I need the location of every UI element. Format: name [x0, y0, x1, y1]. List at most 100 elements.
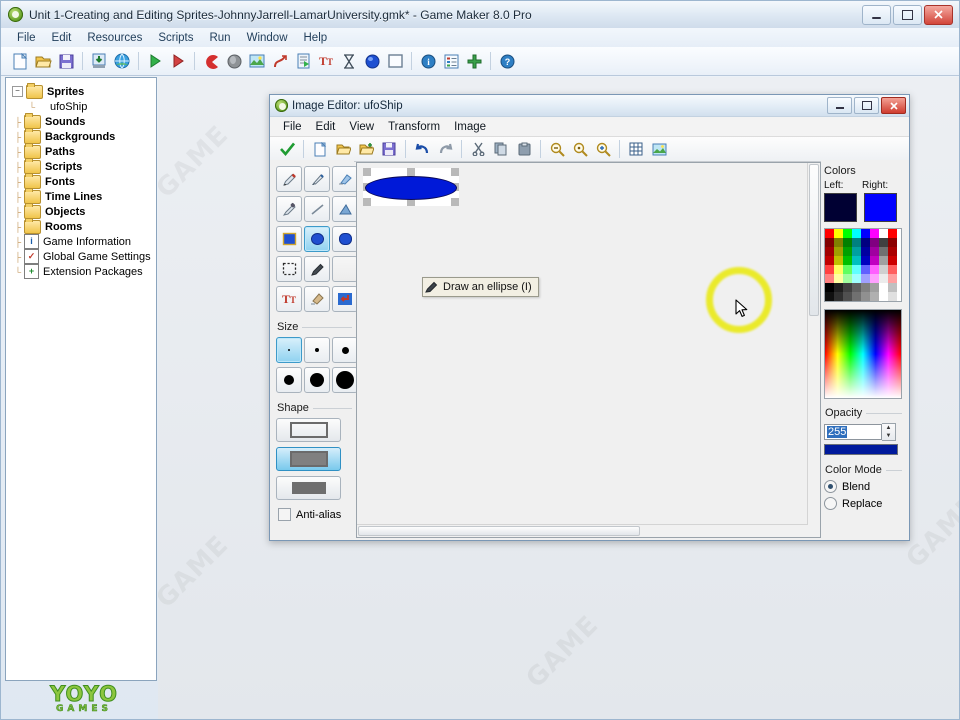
menu-file[interactable]: File [9, 30, 44, 46]
palette-swatch[interactable] [834, 265, 843, 274]
palette-swatch[interactable] [852, 283, 861, 292]
pencil-freehand-tool[interactable] [304, 256, 330, 282]
zoom-in-icon[interactable] [592, 138, 614, 160]
expander-icon[interactable]: − [12, 86, 23, 97]
palette-swatch[interactable] [879, 256, 888, 265]
tree-item-scripts[interactable]: ├ Scripts [12, 157, 156, 174]
gradient-tool[interactable] [304, 286, 330, 312]
horizontal-scroll-thumb[interactable] [358, 526, 640, 536]
opacity-input[interactable]: 255 [824, 424, 882, 440]
ellipse-tool[interactable] [304, 226, 330, 252]
shape-outline-option[interactable] [276, 418, 341, 442]
minimize-button[interactable] [862, 4, 891, 25]
selection-handle[interactable] [407, 168, 415, 176]
image-editor-maximize-button[interactable] [854, 97, 879, 114]
tree-item-time-lines[interactable]: ├ Time Lines [12, 187, 156, 204]
opacity-spin-down-icon[interactable]: ▼ [882, 432, 895, 440]
run-normally-icon[interactable] [144, 50, 166, 72]
antialias-row[interactable]: Anti-alias [278, 508, 354, 521]
palette-swatch[interactable] [879, 238, 888, 247]
menu-help[interactable]: Help [296, 30, 336, 46]
sprite-bitmap[interactable] [363, 168, 459, 206]
palette-swatch[interactable] [852, 256, 861, 265]
toggle-grid-icon[interactable] [625, 138, 647, 160]
selection-handle[interactable] [451, 198, 459, 206]
palette-swatch[interactable] [843, 247, 852, 256]
palette-swatch[interactable] [852, 292, 861, 301]
palette-swatch[interactable] [870, 292, 879, 301]
palette-swatch[interactable] [825, 256, 834, 265]
image-canvas[interactable] [357, 163, 808, 525]
copy-icon[interactable] [490, 138, 512, 160]
zoom-out-icon[interactable] [546, 138, 568, 160]
tree-item-game-information[interactable]: ├ i Game Information [12, 234, 156, 249]
palette-swatch[interactable] [861, 274, 870, 283]
menu-scripts[interactable]: Scripts [150, 30, 201, 46]
menu-resources[interactable]: Resources [79, 30, 150, 46]
paste-icon[interactable] [513, 138, 535, 160]
palette-swatch[interactable] [888, 247, 897, 256]
create-script-icon[interactable] [292, 50, 314, 72]
right-color-swatch[interactable] [864, 193, 897, 222]
game-information-icon[interactable]: i [417, 50, 439, 72]
palette-swatch[interactable] [861, 292, 870, 301]
publish-web-icon[interactable] [111, 50, 133, 72]
save-as-icon[interactable] [355, 138, 377, 160]
palette-swatch[interactable] [834, 256, 843, 265]
tree-item-global-game-settings[interactable]: ├ ✓ Global Game Settings [12, 249, 156, 264]
menu-window[interactable]: Window [239, 30, 296, 46]
palette-swatch[interactable] [888, 229, 897, 238]
size-option-4[interactable] [276, 367, 302, 393]
extension-packages-icon[interactable] [463, 50, 485, 72]
palette-swatch[interactable] [861, 256, 870, 265]
palette-swatch[interactable] [870, 247, 879, 256]
palette-swatch[interactable] [861, 229, 870, 238]
tree-item-sounds[interactable]: ├ Sounds [12, 112, 156, 129]
palette-swatch[interactable] [825, 238, 834, 247]
menu-edit[interactable]: Edit [44, 30, 80, 46]
palette-swatch[interactable] [870, 229, 879, 238]
create-object-icon[interactable] [361, 50, 383, 72]
palette-swatch[interactable] [861, 238, 870, 247]
palette-swatch[interactable] [825, 229, 834, 238]
cut-icon[interactable] [467, 138, 489, 160]
palette-swatch[interactable] [834, 283, 843, 292]
color-mode-blend-row[interactable]: Blend [824, 480, 904, 493]
canvas-vertical-scrollbar[interactable] [807, 163, 820, 525]
vertical-scroll-thumb[interactable] [809, 164, 819, 316]
palette-swatch[interactable] [825, 247, 834, 256]
size-option-3[interactable] [332, 337, 358, 363]
ok-confirm-icon[interactable] [276, 138, 298, 160]
palette-swatch[interactable] [870, 238, 879, 247]
palette-swatch[interactable] [879, 229, 888, 238]
palette-swatch[interactable] [861, 247, 870, 256]
shape-filled-option[interactable] [276, 476, 341, 500]
tree-item-backgrounds[interactable]: ├ Backgrounds [12, 127, 156, 144]
save-image-icon[interactable] [378, 138, 400, 160]
size-option-5[interactable] [304, 367, 330, 393]
size-option-2[interactable] [304, 337, 330, 363]
create-room-icon[interactable] [384, 50, 406, 72]
help-icon[interactable]: ? [496, 50, 518, 72]
resource-tree-panel[interactable]: − Sprites └ ufoShip ├ Sounds ├ Backgroun… [5, 77, 157, 681]
palette-swatch[interactable] [888, 265, 897, 274]
palette-swatch[interactable] [825, 265, 834, 274]
line-tool[interactable] [304, 196, 330, 222]
tree-item-sprites[interactable]: − Sprites [12, 82, 156, 99]
undo-icon[interactable] [411, 138, 433, 160]
tree-item-extension-packages[interactable]: └ + Extension Packages [12, 264, 156, 279]
palette-swatch[interactable] [888, 238, 897, 247]
create-timeline-icon[interactable] [338, 50, 360, 72]
ie-menu-file[interactable]: File [276, 119, 309, 135]
ie-menu-image[interactable]: Image [447, 119, 493, 135]
pencil-tool[interactable] [276, 166, 302, 192]
eraser-tool[interactable] [332, 166, 358, 192]
palette-swatch[interactable] [879, 292, 888, 301]
selection-handle[interactable] [451, 168, 459, 176]
tree-item-objects[interactable]: ├ Objects [12, 202, 156, 219]
empty-tool-slot[interactable] [332, 256, 358, 282]
redo-icon[interactable] [434, 138, 456, 160]
canvas-horizontal-scrollbar[interactable] [357, 524, 808, 537]
image-editor-close-button[interactable] [881, 97, 906, 114]
open-image-icon[interactable] [332, 138, 354, 160]
